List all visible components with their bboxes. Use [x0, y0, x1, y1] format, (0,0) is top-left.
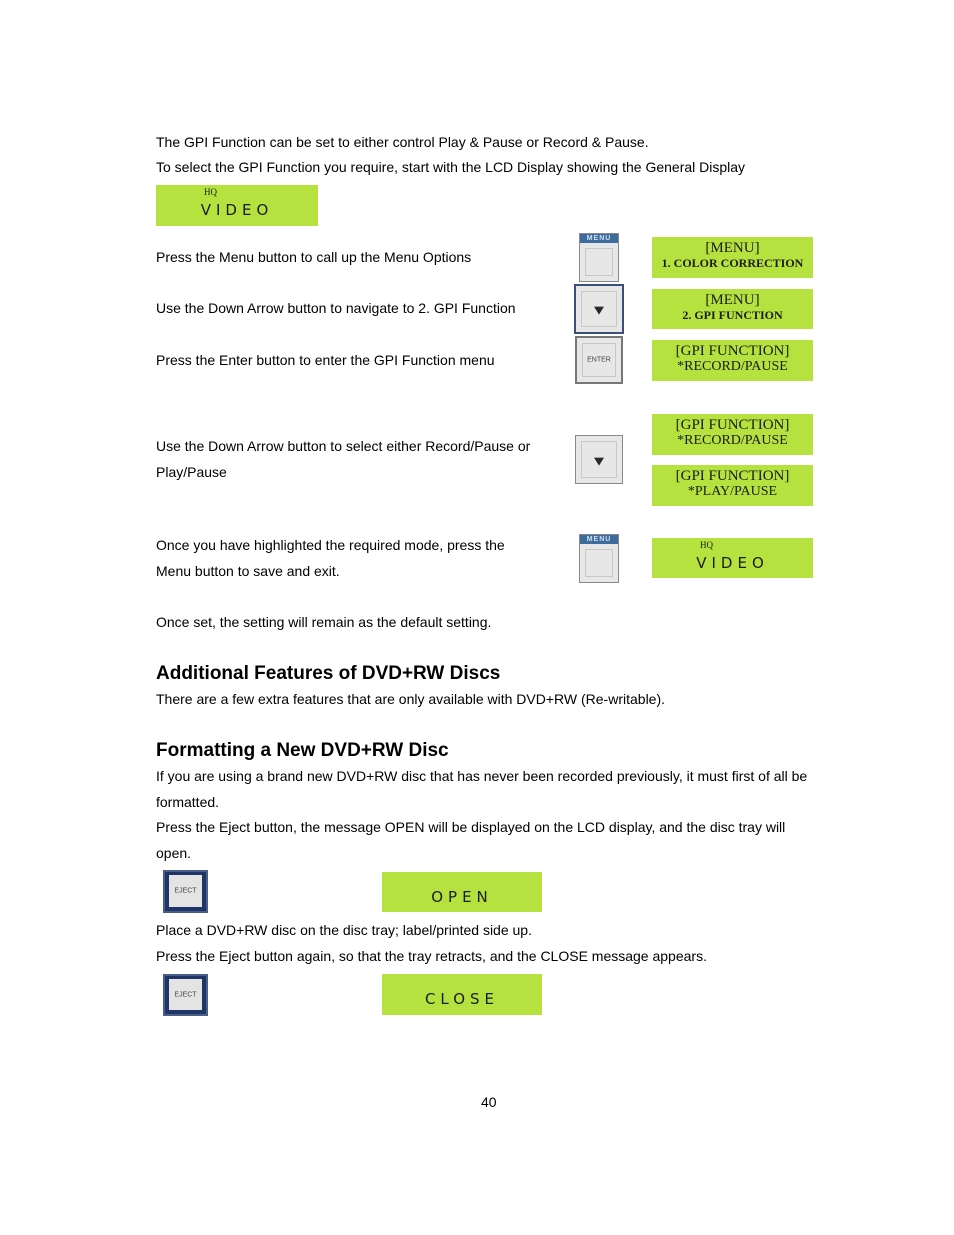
menu-button-image: MENU [579, 233, 619, 282]
section-2-p2-line-2: open. [156, 845, 192, 861]
step-4-text-line-1: Use the Down Arrow button to select eith… [156, 438, 531, 454]
step-5-text-line-2: Menu button to save and exit. [156, 563, 340, 579]
lcd-gpi-play-pause-option: [GPI FUNCTION] *PLAY/PAUSE [652, 465, 813, 506]
lcd-line-2: 2. GPI FUNCTION [682, 308, 783, 322]
lcd-menu-color-correction: [MENU] 1. COLOR CORRECTION [652, 237, 813, 278]
step-2-text: Use the Down Arrow button to navigate to… [156, 300, 516, 316]
section-2-p1-line-1: If you are using a brand new DVD+RW disc… [156, 768, 808, 784]
lcd-general-display: HQ VIDEO [156, 185, 318, 226]
lcd-line-1: [GPI FUNCTION] [675, 343, 790, 359]
lcd-line-2: *RECORD/PAUSE [677, 359, 788, 374]
lcd-hq-label: HQ [204, 187, 217, 197]
enter-button-label: ENTER [587, 356, 611, 364]
eject-button-label: EJECT [174, 991, 197, 998]
default-note: Once set, the setting will remain as the… [156, 614, 492, 630]
down-arrow-button-image [575, 435, 623, 484]
menu-button-image: MENU [579, 534, 619, 583]
lcd-general-display-saved: HQ VIDEO [652, 538, 813, 578]
section-2-p4: Press the Eject button again, so that th… [156, 948, 707, 964]
section-heading-formatting: Formatting a New DVD+RW Disc [156, 740, 449, 761]
down-arrow-icon [594, 306, 604, 315]
menu-button-caption: MENU [580, 234, 618, 243]
lcd-close-text: CLOSE [424, 990, 500, 1008]
down-arrow-button-image [574, 284, 624, 334]
menu-button-caption: MENU [580, 535, 618, 544]
lcd-gpi-record-pause: [GPI FUNCTION] *RECORD/PAUSE [652, 340, 813, 381]
lcd-video-text: VIDEO [200, 201, 274, 219]
lcd-line-1: [MENU] [705, 292, 760, 308]
intro-line-1: The GPI Function can be set to either co… [156, 134, 649, 150]
step-3-text: Press the Enter button to enter the GPI … [156, 352, 495, 368]
lcd-video-text: VIDEO [696, 554, 769, 572]
lcd-line-1: [GPI FUNCTION] [675, 417, 790, 433]
page-number: 40 [481, 1094, 497, 1110]
eject-button-image: EJECT [163, 870, 208, 913]
section-heading-additional-features: Additional Features of DVD+RW Discs [156, 663, 501, 684]
step-5-text-line-1: Once you have highlighted the required m… [156, 537, 505, 553]
lcd-open-text: OPEN [431, 888, 493, 906]
lcd-line-2: 1. COLOR CORRECTION [661, 256, 804, 270]
eject-button-image: EJECT [163, 974, 208, 1016]
lcd-menu-gpi-function: [MENU] 2. GPI FUNCTION [652, 289, 813, 329]
lcd-line-1: [MENU] [705, 240, 760, 256]
lcd-line-1: [GPI FUNCTION] [675, 468, 790, 484]
section-2-p1-line-2: formatted. [156, 794, 220, 810]
step-4-text-line-2: Play/Pause [156, 464, 227, 480]
section-1-body: There are a few extra features that are … [156, 691, 666, 707]
down-arrow-icon [594, 457, 604, 466]
lcd-line-2: *PLAY/PAUSE [687, 484, 778, 499]
enter-button-image: ENTER [575, 336, 623, 384]
eject-button-label: EJECT [174, 887, 197, 895]
intro-line-2: To select the GPI Function you require, … [156, 159, 746, 175]
lcd-gpi-record-pause-option: [GPI FUNCTION] *RECORD/PAUSE [652, 414, 813, 455]
lcd-line-2: *RECORD/PAUSE [677, 433, 788, 448]
section-2-p2-line-1: Press the Eject button, the message OPEN… [156, 819, 786, 835]
lcd-hq-label: HQ [700, 540, 713, 550]
step-1-text: Press the Menu button to call up the Men… [156, 249, 472, 265]
lcd-open: OPEN [382, 872, 542, 912]
lcd-close: CLOSE [382, 974, 542, 1015]
section-2-p3: Place a DVD+RW disc on the disc tray; la… [156, 922, 532, 938]
